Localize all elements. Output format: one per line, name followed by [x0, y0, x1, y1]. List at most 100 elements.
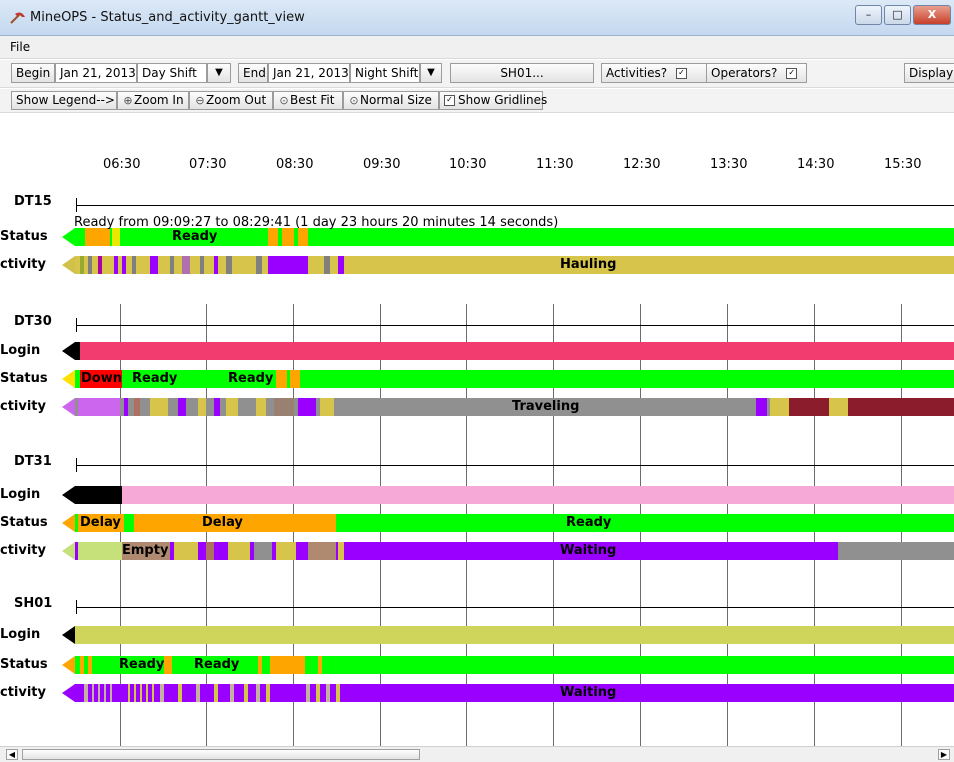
activity-segment[interactable] — [92, 684, 94, 702]
status-segment[interactable] — [270, 656, 305, 674]
chevron-down-icon[interactable]: ▼ — [207, 63, 231, 83]
menu-file[interactable]: File — [10, 40, 30, 54]
show-gridlines-checkbox[interactable]: ✓ — [444, 95, 455, 106]
activity-segment[interactable] — [274, 398, 294, 416]
gantt-chart[interactable]: 06:30 07:30 08:30 09:30 10:30 11:30 12:30 13:30… — [0, 114, 954, 746]
activity-segment[interactable] — [244, 684, 248, 702]
begin-date-field[interactable]: Jan 21, 2013 — [55, 63, 137, 83]
activity-segment[interactable] — [132, 256, 136, 274]
show-gridlines-toggle[interactable]: ✓ Show Gridlines — [439, 91, 547, 110]
operators-checkbox[interactable]: ✓ — [786, 68, 798, 79]
login-bar[interactable] — [75, 486, 954, 504]
activity-segment[interactable] — [256, 684, 260, 702]
activity-segment[interactable] — [124, 398, 128, 416]
activity-segment[interactable] — [770, 398, 789, 416]
login-bar[interactable] — [75, 626, 954, 644]
activity-segment[interactable] — [338, 256, 344, 274]
status-segment[interactable] — [88, 656, 92, 674]
activity-segment[interactable] — [114, 256, 118, 274]
status-segment[interactable] — [85, 228, 110, 246]
scroll-left-arrow[interactable]: ◀ — [6, 749, 18, 760]
end-shift-select[interactable]: Night Shift — [350, 63, 420, 83]
activity-segment[interactable] — [78, 542, 122, 560]
activity-segment[interactable] — [122, 256, 126, 274]
activities-toggle[interactable]: Activities? ✓ — [601, 63, 707, 83]
best-fit-button[interactable]: ⊙Best Fit — [273, 91, 343, 110]
begin-label-button[interactable]: Begin — [11, 63, 55, 83]
activity-segment[interactable] — [200, 256, 204, 274]
status-segment[interactable] — [80, 656, 84, 674]
activity-segment[interactable] — [336, 684, 340, 702]
activity-segment[interactable] — [298, 398, 316, 416]
activity-segment[interactable] — [206, 542, 214, 560]
login-segment[interactable] — [75, 486, 122, 504]
horizontal-scrollbar[interactable]: ◀ ▶ — [0, 746, 954, 762]
minimize-button[interactable]: – — [855, 5, 882, 25]
activity-segment[interactable] — [789, 398, 829, 416]
begin-shift-select[interactable]: Day Shift — [137, 63, 207, 83]
scroll-thumb[interactable] — [22, 749, 420, 760]
login-segment[interactable] — [75, 342, 80, 360]
activity-segment[interactable] — [178, 684, 182, 702]
activity-segment[interactable] — [276, 542, 296, 560]
zoom-in-button[interactable]: ⊕Zoom In — [117, 91, 189, 110]
activity-segment[interactable] — [170, 256, 174, 274]
activity-segment[interactable] — [152, 684, 154, 702]
activity-segment[interactable] — [214, 398, 220, 416]
window-titlebar[interactable]: MineOPS - Status_and_activity_gantt_view… — [0, 0, 954, 36]
normal-size-button[interactable]: ⊙Normal Size — [343, 91, 439, 110]
status-segment[interactable] — [290, 370, 300, 388]
display-button[interactable]: Display — [904, 63, 954, 83]
status-segment[interactable] — [298, 228, 308, 246]
activity-segment[interactable] — [134, 398, 140, 416]
activity-segment[interactable] — [98, 684, 100, 702]
activity-segment[interactable] — [80, 256, 84, 274]
activity-segment[interactable] — [300, 542, 304, 560]
activity-segment[interactable] — [320, 398, 334, 416]
activity-segment[interactable] — [104, 684, 106, 702]
activity-segment[interactable] — [848, 398, 954, 416]
activity-segment[interactable] — [756, 398, 767, 416]
status-segment[interactable] — [282, 228, 294, 246]
activity-segment[interactable] — [228, 542, 250, 560]
status-segment[interactable] — [164, 656, 172, 674]
activity-segment[interactable] — [150, 256, 158, 274]
activity-segment[interactable] — [838, 542, 954, 560]
activity-segment[interactable] — [266, 684, 270, 702]
activity-segment[interactable] — [110, 684, 112, 702]
activity-segment[interactable] — [84, 684, 88, 702]
equipment-filter-button[interactable]: SH01... — [450, 63, 594, 83]
activity-segment[interactable] — [88, 256, 92, 274]
status-segment[interactable] — [276, 370, 287, 388]
scroll-right-arrow[interactable]: ▶ — [938, 749, 950, 760]
activity-segment[interactable] — [160, 684, 164, 702]
activity-segment[interactable] — [196, 684, 200, 702]
activity-segment[interactable] — [256, 256, 262, 274]
status-segment[interactable] — [268, 228, 278, 246]
activity-segment[interactable] — [198, 398, 206, 416]
activities-checkbox[interactable]: ✓ — [675, 68, 687, 79]
login-bar[interactable] — [75, 342, 954, 360]
operators-toggle[interactable]: Operators? ✓ — [707, 63, 807, 83]
status-bar[interactable] — [75, 370, 954, 388]
status-segment[interactable] — [258, 656, 262, 674]
activity-segment[interactable] — [324, 256, 330, 274]
activity-segment[interactable] — [134, 684, 136, 702]
activity-segment[interactable] — [306, 684, 310, 702]
activity-segment[interactable] — [338, 542, 344, 560]
activity-bar[interactable] — [75, 684, 954, 702]
activity-segment[interactable] — [150, 398, 168, 416]
chevron-down-icon[interactable]: ▼ — [420, 63, 442, 83]
activity-segment[interactable] — [98, 256, 102, 274]
close-button[interactable]: X — [913, 5, 951, 25]
end-label-button[interactable]: End — [238, 63, 268, 83]
activity-segment[interactable] — [214, 684, 218, 702]
activity-segment[interactable] — [128, 684, 130, 702]
activity-segment[interactable] — [829, 398, 848, 416]
activity-segment[interactable] — [216, 542, 222, 560]
zoom-out-button[interactable]: ⊖Zoom Out — [189, 91, 273, 110]
activity-segment[interactable] — [326, 684, 330, 702]
activity-segment[interactable] — [174, 542, 198, 560]
activity-segment[interactable] — [230, 684, 234, 702]
activity-bar[interactable] — [75, 256, 954, 274]
